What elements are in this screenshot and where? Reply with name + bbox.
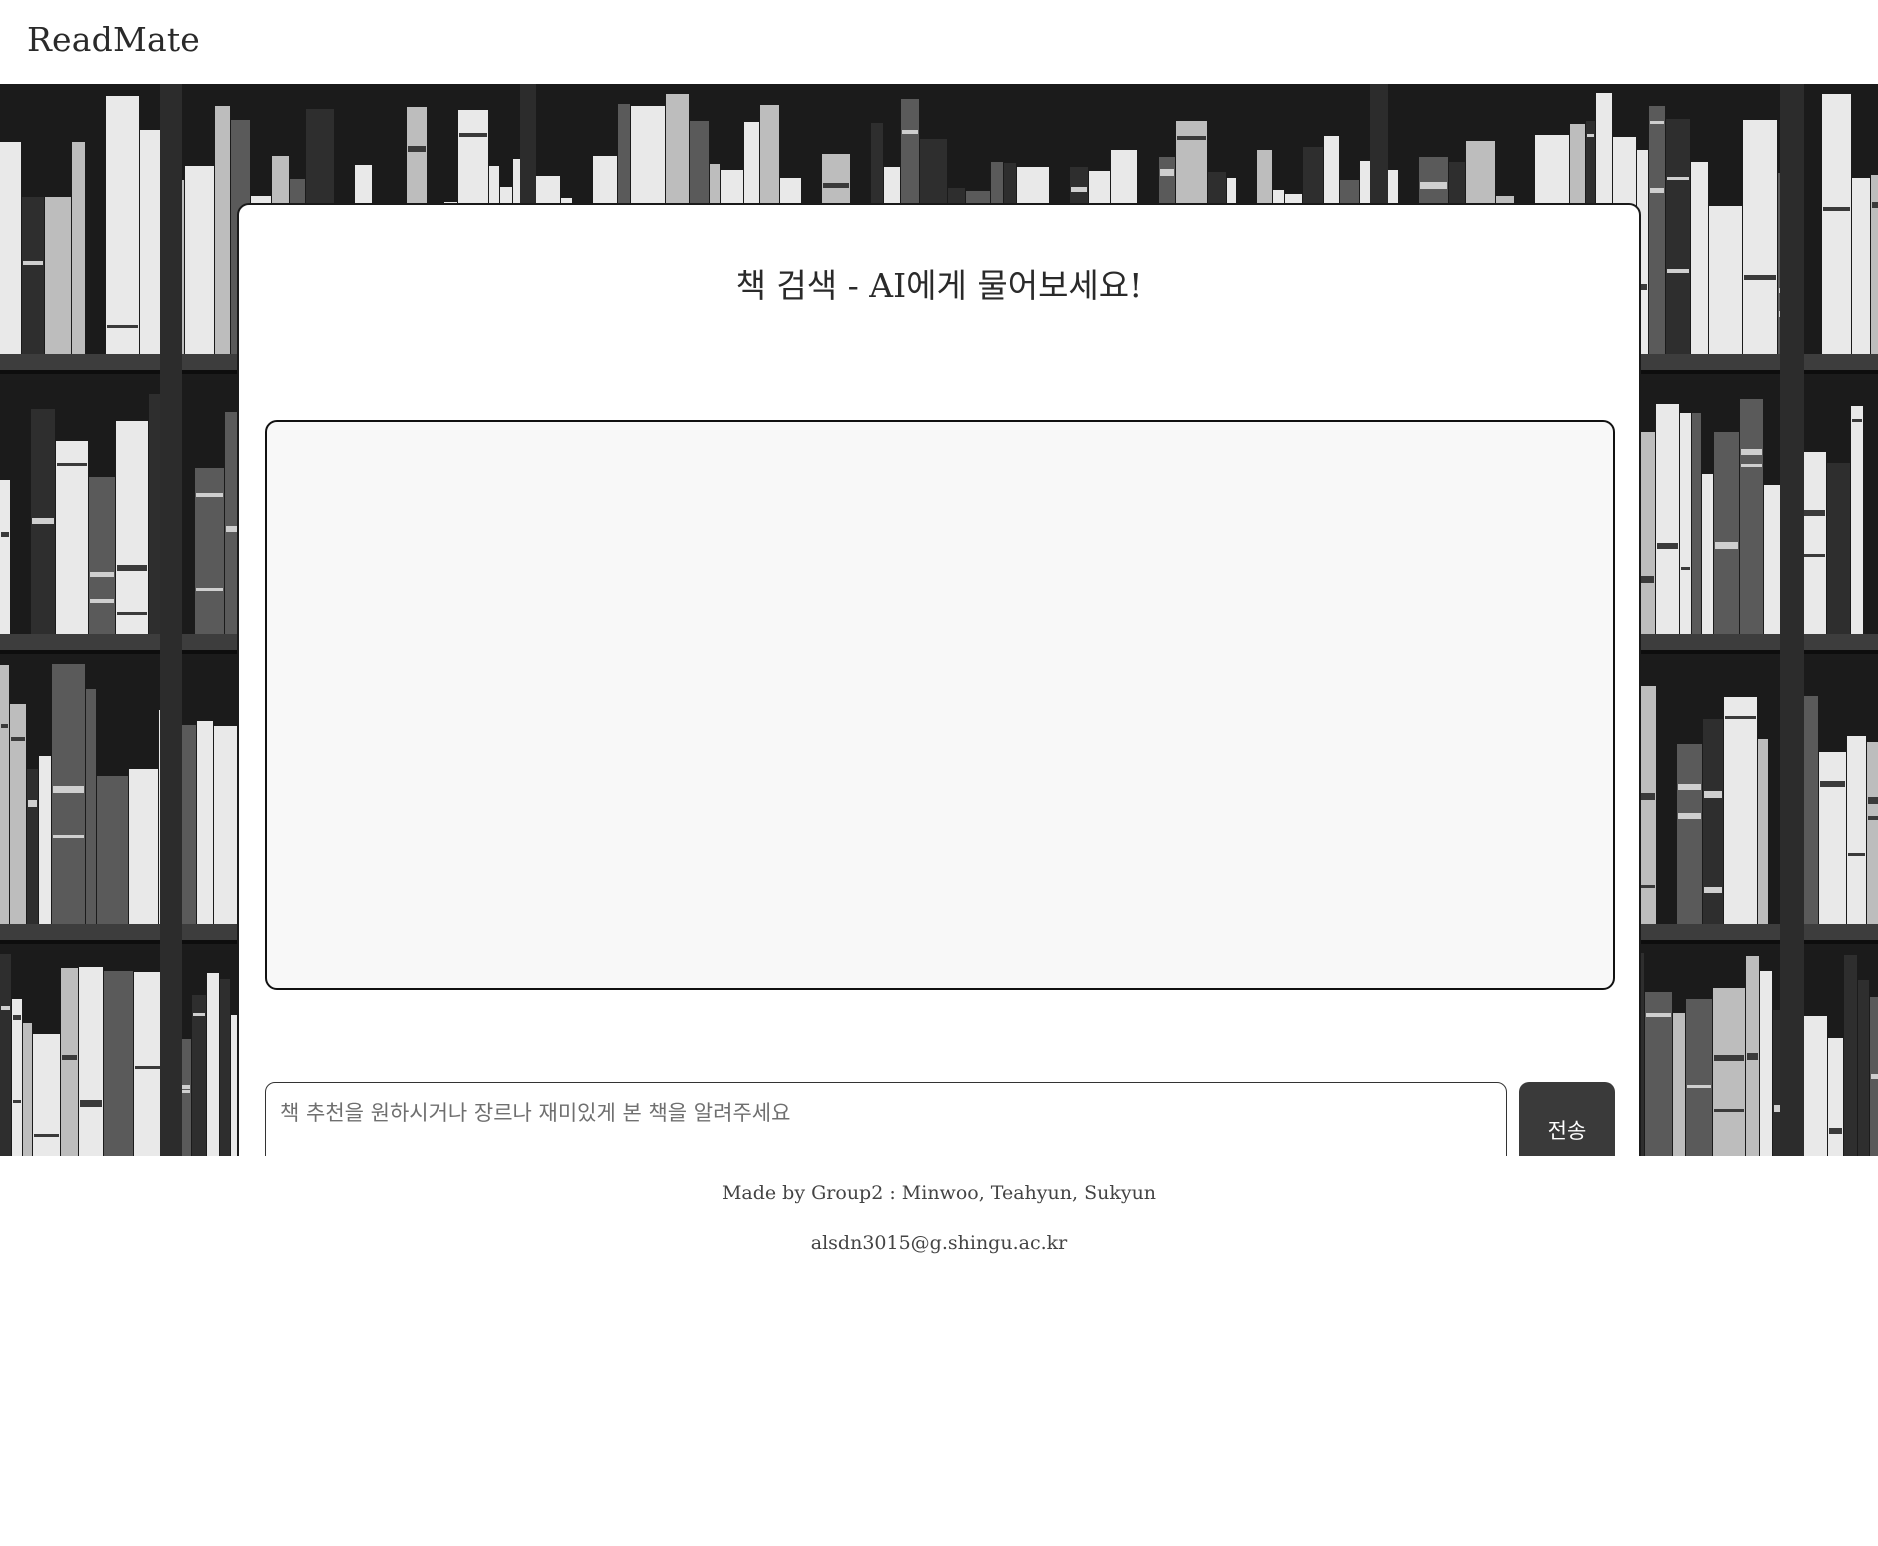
book-query-input[interactable]: [265, 1082, 1507, 1156]
chat-messages-area: [265, 420, 1615, 990]
brand-logo[interactable]: ReadMate: [27, 20, 200, 59]
chat-panel: 책 검색 - AI에게 물어보세요! 전송: [237, 203, 1641, 1156]
site-header: ReadMate: [0, 0, 1878, 84]
send-button[interactable]: 전송: [1519, 1082, 1615, 1156]
footer-email[interactable]: alsdn3015@g.shingu.ac.kr: [0, 1232, 1878, 1254]
bookshelf-hero: 책 검색 - AI에게 물어보세요! 전송: [0, 84, 1878, 1156]
footer-credit: Made by Group2 : Minwoo, Teahyun, Sukyun: [721, 1182, 1157, 1204]
page-title: 책 검색 - AI에게 물어보세요!: [735, 266, 1143, 305]
site-footer: Made by Group2 : Minwoo, Teahyun, Sukyun…: [0, 1156, 1878, 1546]
